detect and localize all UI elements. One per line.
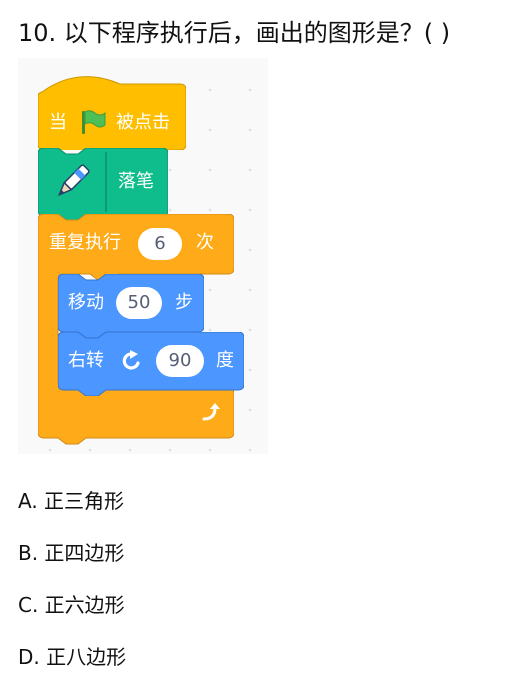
pen-icon: [57, 164, 90, 197]
turn-right-block[interactable]: 右转 90 度: [58, 332, 244, 396]
pen-down-label: 落笔: [118, 171, 154, 192]
move-steps-input[interactable]: 50: [116, 287, 162, 319]
hat-block-shape: [38, 76, 186, 150]
move-steps-block[interactable]: 移动 50 步: [58, 274, 204, 338]
option-d[interactable]: D. 正八边形: [18, 643, 126, 671]
steps-label: 步: [175, 292, 193, 313]
repeat-times-label: 次: [196, 232, 214, 253]
when-flag-clicked-block[interactable]: 当 被点击: [38, 66, 186, 150]
option-c[interactable]: C. 正六边形: [18, 591, 125, 619]
rotate-clockwise-icon: [122, 350, 140, 370]
green-flag-icon: [82, 110, 106, 134]
turn-right-label: 右转: [68, 350, 104, 371]
option-b[interactable]: B. 正四边形: [18, 539, 124, 567]
turn-degrees-input[interactable]: 90: [156, 345, 204, 377]
option-a[interactable]: A. 正三角形: [18, 487, 124, 515]
move-label: 移动: [68, 292, 104, 313]
clicked-label: 被点击: [116, 112, 170, 133]
question-text: 10. 以下程序执行后，画出的图形是？( ): [18, 19, 451, 47]
when-label: 当: [49, 112, 67, 133]
repeat-label: 重复执行: [49, 232, 121, 253]
degrees-label: 度: [216, 350, 234, 371]
loop-arrow-icon: [202, 403, 220, 421]
pen-down-block[interactable]: 落笔: [38, 148, 168, 222]
repeat-count-input[interactable]: 6: [138, 228, 182, 260]
scratch-code-area: 当 被点击 落笔 重复执行 6 次 移动 50 步 右转 90 度: [18, 58, 268, 454]
